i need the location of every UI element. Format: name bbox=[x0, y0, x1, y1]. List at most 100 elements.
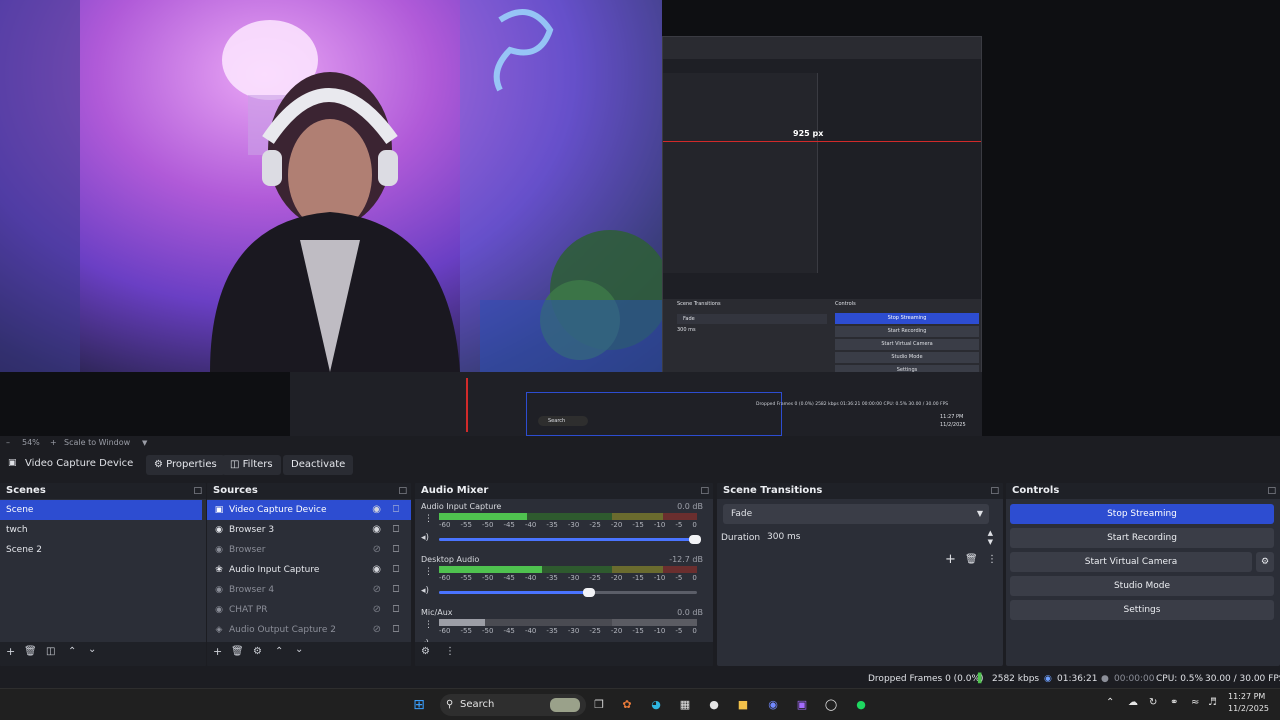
eye-icon[interactable]: ◉ bbox=[372, 560, 381, 580]
trash-icon[interactable]: 🗑 bbox=[24, 646, 37, 657]
undock-icon[interactable]: □ bbox=[398, 483, 407, 499]
more-menu-icon[interactable]: ⋮ bbox=[445, 646, 455, 657]
slider-handle[interactable] bbox=[689, 535, 701, 544]
lock-icon[interactable]: ⎕ bbox=[393, 540, 399, 560]
trash-icon[interactable]: 🗑 bbox=[965, 554, 978, 565]
taskbar-time[interactable]: 11:27 PM bbox=[1228, 692, 1265, 701]
task-view-icon[interactable]: ❐ bbox=[590, 696, 608, 714]
lock-icon[interactable]: ⎕ bbox=[393, 600, 399, 620]
twitch-icon[interactable]: ▣ bbox=[793, 696, 811, 714]
lock-icon[interactable]: ⎕ bbox=[393, 620, 399, 640]
volume-icon[interactable]: ♬ bbox=[1208, 697, 1217, 708]
chevron-up-icon[interactable]: ⌃ bbox=[1106, 697, 1114, 708]
obs-icon[interactable]: ◯ bbox=[822, 696, 840, 714]
discord-icon[interactable]: ◉ bbox=[764, 696, 782, 714]
trash-icon[interactable]: 🗑 bbox=[231, 646, 244, 657]
filter-icon[interactable]: ◫ bbox=[46, 646, 55, 657]
duration-input[interactable]: 300 ms ▲ ▼ bbox=[763, 528, 999, 546]
more-menu-icon[interactable]: ⋮ bbox=[424, 514, 433, 524]
transition-select[interactable]: Fade ▼ bbox=[723, 504, 989, 524]
eye-off-icon[interactable]: ⊘ bbox=[373, 600, 381, 620]
source-item[interactable]: ❀ Audio Input Capture ◉ ⎕ bbox=[207, 560, 411, 580]
gear-icon[interactable]: ⚙ bbox=[421, 646, 430, 657]
copilot-icon[interactable]: ✿ bbox=[618, 696, 636, 714]
studio-mode-button[interactable]: Studio Mode bbox=[1010, 576, 1274, 596]
edge-icon[interactable]: ◕ bbox=[647, 696, 665, 714]
eye-icon[interactable]: ◉ bbox=[372, 520, 381, 540]
more-menu-icon[interactable]: ⋮ bbox=[424, 567, 433, 577]
store-icon[interactable]: ▦ bbox=[676, 696, 694, 714]
speaker-icon[interactable]: ◂) bbox=[421, 586, 429, 596]
scale-tick: -15 bbox=[632, 521, 644, 529]
add-icon[interactable]: + bbox=[213, 645, 222, 658]
undock-icon[interactable]: □ bbox=[990, 483, 999, 499]
source-item[interactable]: ◈ Audio Output Capture 2 ⊘ ⎕ bbox=[207, 620, 411, 640]
lock-icon[interactable]: ⎕ bbox=[393, 520, 399, 540]
taskbar-date[interactable]: 11/2/2025 bbox=[1228, 704, 1269, 713]
source-item[interactable]: ◉ Browser 4 ⊘ ⎕ bbox=[207, 580, 411, 600]
source-label: Browser 4 bbox=[229, 585, 275, 595]
lock-icon[interactable]: ⎕ bbox=[393, 500, 399, 520]
chevron-down-icon[interactable]: ▼ bbox=[142, 436, 147, 450]
chevron-down-icon[interactable]: ⌄ bbox=[88, 644, 96, 655]
scene-item[interactable]: Scene 2 bbox=[0, 540, 206, 560]
scene-item[interactable]: twch bbox=[0, 520, 206, 540]
gear-icon[interactable]: ⚙ bbox=[253, 646, 262, 657]
zoom-level[interactable]: 54% bbox=[22, 436, 40, 450]
add-icon[interactable]: + bbox=[6, 645, 15, 658]
undock-icon[interactable]: □ bbox=[700, 483, 709, 499]
slider-handle[interactable] bbox=[583, 588, 596, 597]
eye-off-icon[interactable]: ⊘ bbox=[373, 580, 381, 600]
undock-icon[interactable]: □ bbox=[1267, 483, 1276, 499]
source-item[interactable]: ◉ Browser ⊘ ⎕ bbox=[207, 540, 411, 560]
undock-icon[interactable]: □ bbox=[193, 483, 202, 499]
source-item[interactable]: ◉ CHAT PR ⊘ ⎕ bbox=[207, 600, 411, 620]
lock-icon[interactable]: ⎕ bbox=[393, 560, 399, 580]
add-icon[interactable]: + bbox=[945, 552, 956, 567]
eye-off-icon[interactable]: ⊘ bbox=[373, 620, 381, 640]
volume-slider[interactable] bbox=[439, 588, 697, 597]
zoom-out-icon[interactable]: – bbox=[6, 436, 10, 450]
lock-icon[interactable]: ⎕ bbox=[393, 580, 399, 600]
pin-icon[interactable]: ● bbox=[705, 696, 723, 714]
eye-off-icon[interactable]: ⊘ bbox=[373, 540, 381, 560]
taskbar-search[interactable]: ⚲ Search bbox=[440, 694, 586, 716]
windows-start-icon[interactable]: ⊞ bbox=[410, 696, 428, 714]
stop-streaming-button[interactable]: Stop Streaming bbox=[1010, 504, 1274, 524]
sync-icon[interactable]: ↻ bbox=[1149, 697, 1157, 708]
wifi-icon[interactable]: ≈ bbox=[1191, 697, 1199, 708]
chevron-up-icon[interactable]: ⌃ bbox=[275, 646, 283, 657]
preview-canvas[interactable]: 925 px Scene Transitions Controls Fade 3… bbox=[0, 0, 1280, 436]
zoom-in-icon[interactable]: + bbox=[50, 436, 57, 450]
record-icon: ● bbox=[1101, 674, 1109, 684]
cloud-icon[interactable]: ☁ bbox=[1128, 697, 1138, 708]
scene-item[interactable]: Scene bbox=[0, 500, 202, 520]
mixer-channel: Audio Input Capture 0.0 dB ⋮ -60 -55 -50 -45 -4… bbox=[415, 502, 713, 554]
source-item[interactable]: ▣ Video Capture Device ◉ ⎕ bbox=[207, 500, 411, 520]
volume-slider[interactable] bbox=[439, 535, 701, 544]
speaker-icon[interactable]: ◂) bbox=[421, 533, 429, 543]
more-menu-icon[interactable]: ⋮ bbox=[424, 620, 433, 630]
stepper-down-icon[interactable]: ▼ bbox=[988, 533, 993, 551]
preview-zoom-bar: – 54% + Scale to Window ▼ bbox=[0, 436, 1280, 450]
source-item[interactable]: ◉ Browser 3 ◉ ⎕ bbox=[207, 520, 411, 540]
scale-mode-label[interactable]: Scale to Window bbox=[64, 436, 130, 450]
mixer-channel: Desktop Audio -12.7 dB ⋮ -60 -55 -50 -45 -40 -35… bbox=[415, 555, 713, 607]
deactivate-button[interactable]: Deactivate bbox=[283, 455, 354, 475]
settings-button[interactable]: Settings bbox=[1010, 600, 1274, 620]
filters-button[interactable]: ◫ Filters bbox=[222, 455, 281, 475]
scale-tick: -60 bbox=[439, 521, 451, 529]
properties-button[interactable]: ⚙ Properties bbox=[146, 455, 225, 475]
chevron-up-icon[interactable]: ⌃ bbox=[68, 646, 76, 657]
file-explorer-icon[interactable]: ■ bbox=[734, 696, 752, 714]
volume-meter bbox=[439, 566, 697, 573]
spotify-icon[interactable]: ● bbox=[852, 696, 870, 714]
virtual-camera-settings-button[interactable]: ⚙ bbox=[1256, 552, 1274, 572]
more-menu-icon[interactable]: ⋮ bbox=[987, 554, 997, 565]
microphone-icon[interactable]: ⚭ bbox=[1170, 697, 1178, 708]
scale-tick: -35 bbox=[546, 574, 558, 582]
start-recording-button[interactable]: Start Recording bbox=[1010, 528, 1274, 548]
chevron-down-icon[interactable]: ⌄ bbox=[295, 644, 303, 655]
start-virtual-camera-button[interactable]: Start Virtual Camera bbox=[1010, 552, 1252, 572]
eye-icon[interactable]: ◉ bbox=[372, 500, 381, 520]
